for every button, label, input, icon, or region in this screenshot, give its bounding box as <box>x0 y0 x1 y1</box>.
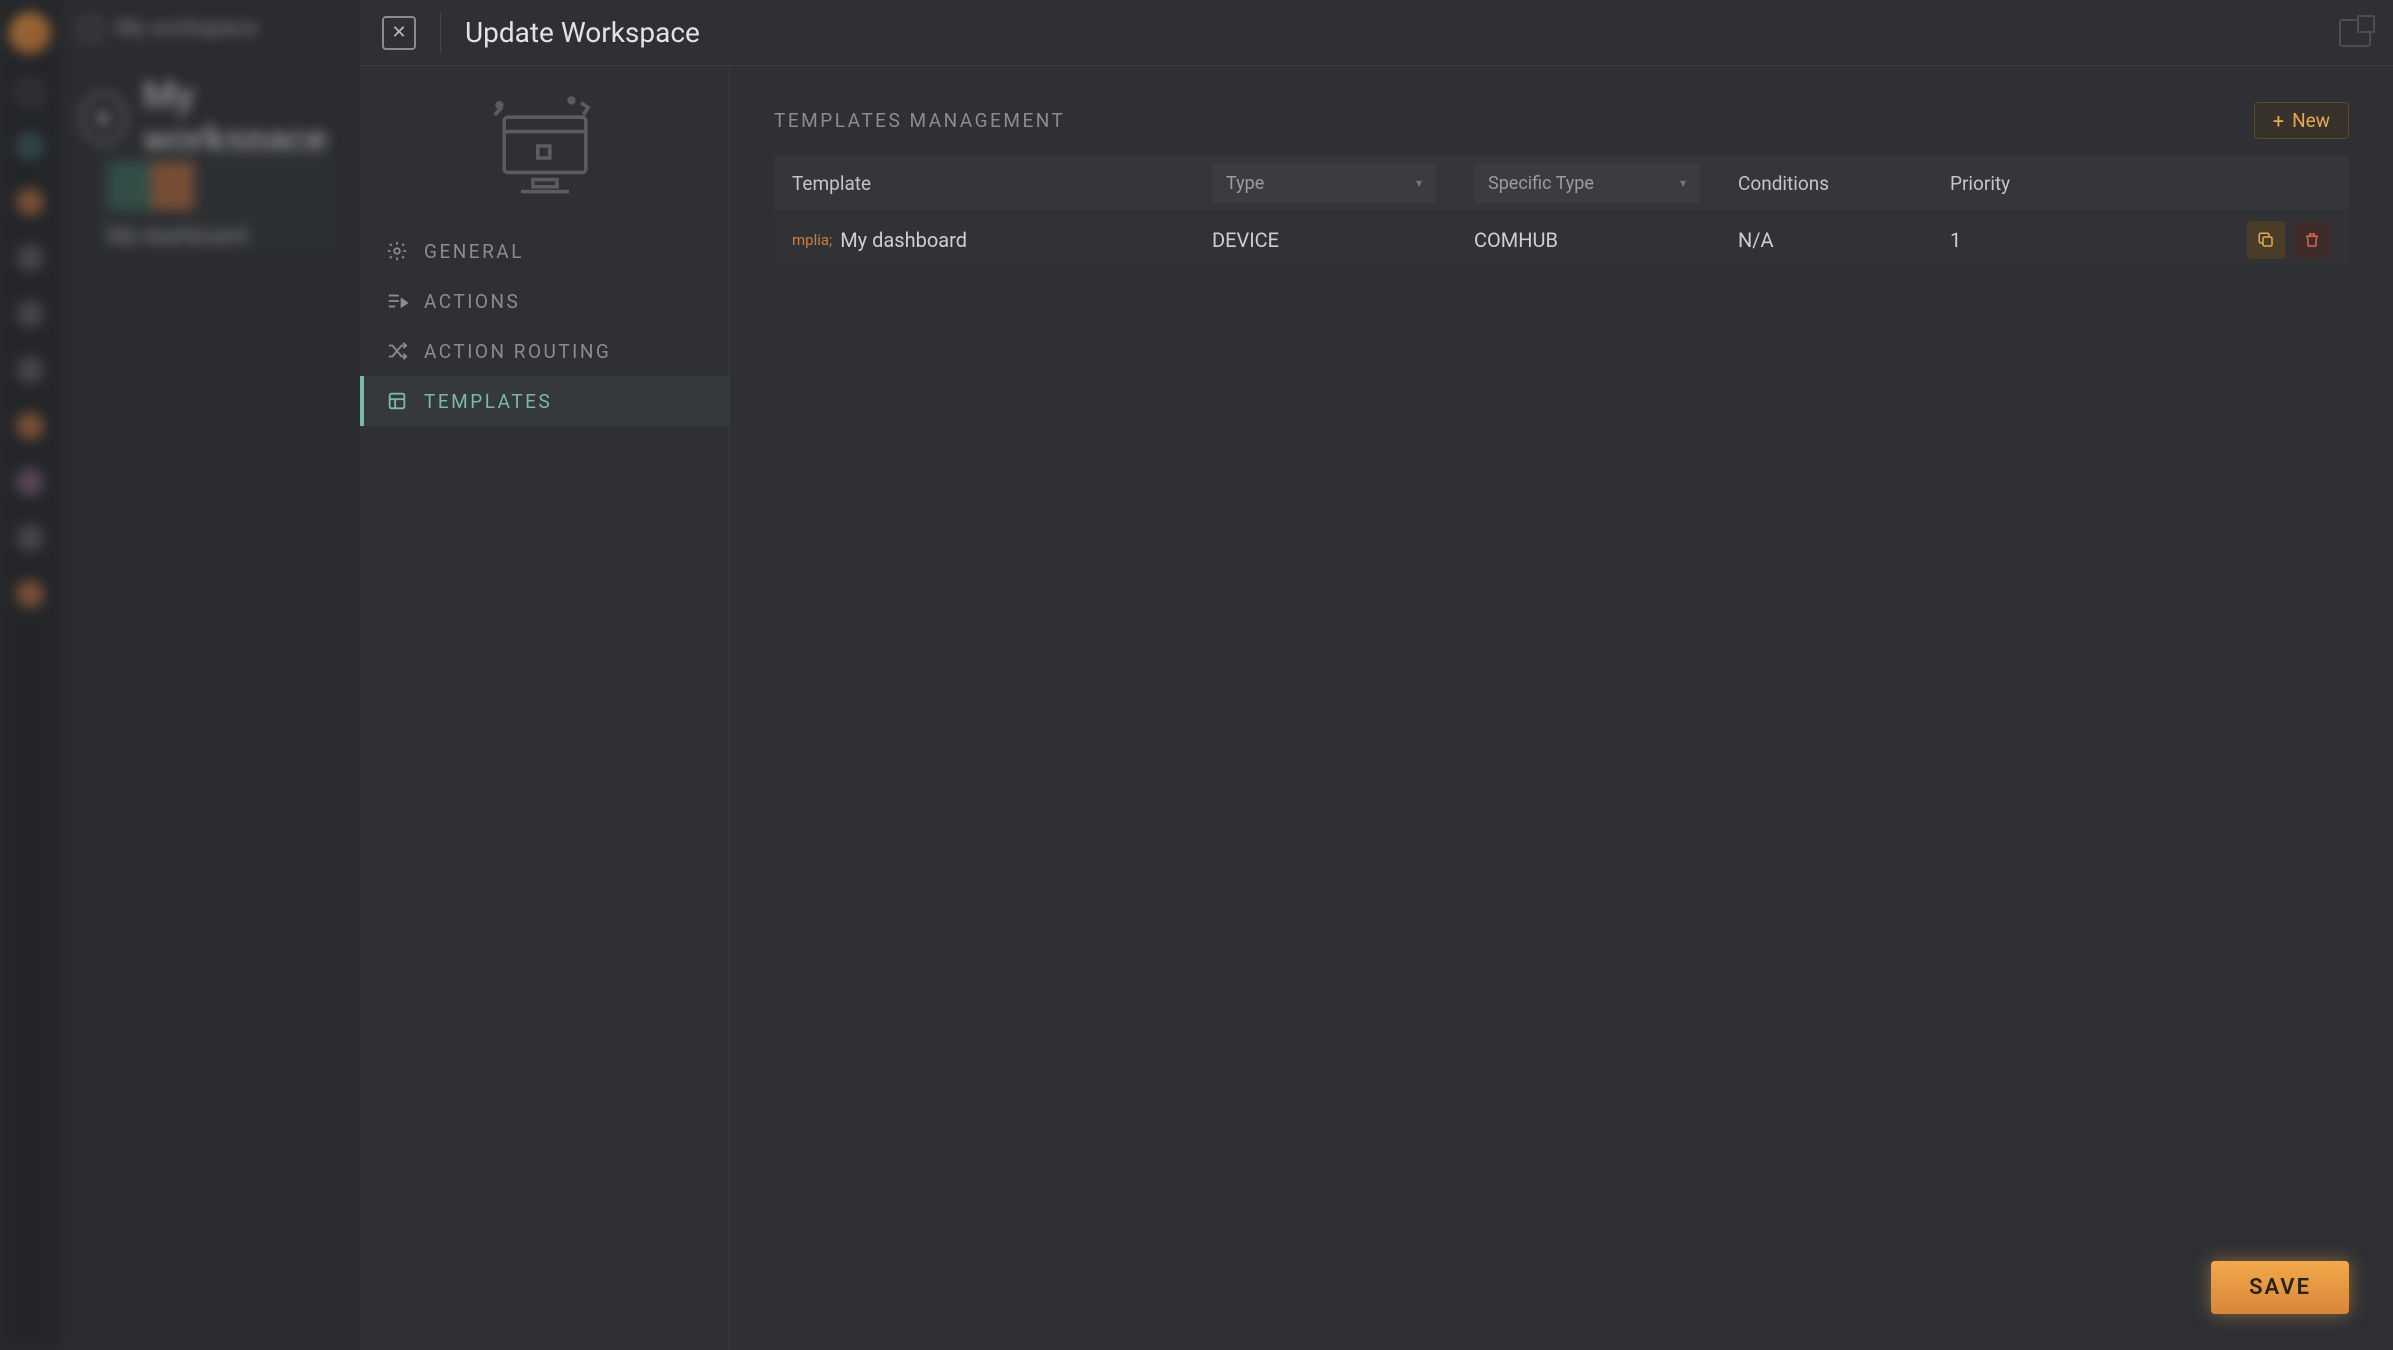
sidebar-item-label: ACTION ROUTING <box>424 340 611 363</box>
page-title: My workspace <box>143 74 360 162</box>
th-priority: Priority <box>1950 172 2231 195</box>
modal-header: ✕ Update Workspace <box>360 0 2393 66</box>
th-template: Template <box>792 172 1212 195</box>
delete-button[interactable] <box>2293 221 2331 259</box>
filter-icon: ▾ <box>80 92 127 144</box>
nav-dot <box>16 300 44 328</box>
sidebar-item-actions[interactable]: ACTIONS <box>360 276 729 326</box>
close-icon: ✕ <box>391 22 406 43</box>
templates-table: Template Type ▾ Specific Type ▾ Condit <box>774 155 2349 267</box>
template-name: My dashboard <box>840 228 967 252</box>
nav-dot <box>16 412 44 440</box>
sidebar-item-label: GENERAL <box>424 240 524 263</box>
cell-template: mplia; My dashboard <box>792 228 1212 252</box>
duplicate-button[interactable] <box>2247 221 2285 259</box>
cell-conditions: N/A <box>1738 228 1950 252</box>
settings-sidebar: GENERAL ACTIONS ACTION ROUTING TEMPLATES <box>360 66 730 1350</box>
divider <box>440 13 441 53</box>
close-button[interactable]: ✕ <box>382 16 416 50</box>
cell-priority: 1 <box>1950 228 2231 252</box>
sidebar-item-action-routing[interactable]: ACTION ROUTING <box>360 326 729 376</box>
type-select-label: Type <box>1226 173 1264 194</box>
nav-dot <box>16 580 44 608</box>
trash-icon <box>2303 231 2321 249</box>
dashboard-card: My dashboard <box>96 150 336 250</box>
page-title-row: ▾ My workspace <box>80 74 360 162</box>
table-header: Template Type ▾ Specific Type ▾ Condit <box>774 155 2349 211</box>
lock-icon <box>80 18 102 40</box>
menu-icon <box>19 82 41 104</box>
modal-panel: ✕ Update Workspace <box>360 0 2393 1350</box>
modal-body: GENERAL ACTIONS ACTION ROUTING TEMPLATES <box>360 66 2393 1350</box>
breadcrumb: My workspace <box>80 16 258 41</box>
templates-icon <box>386 390 408 412</box>
table-row[interactable]: mplia; My dashboard DEVICE COMHUB N/A 1 <box>774 211 2349 267</box>
nav-dot <box>16 468 44 496</box>
list-play-icon <box>386 290 408 312</box>
sidebar-item-templates[interactable]: TEMPLATES <box>360 376 729 426</box>
th-conditions: Conditions <box>1738 172 1950 195</box>
nav-dot <box>16 356 44 384</box>
avatar <box>9 12 51 54</box>
main-content: TEMPLATES MANAGEMENT + New Template Type… <box>730 66 2393 1350</box>
gear-icon <box>386 240 408 262</box>
breadcrumb-text: My workspace <box>116 16 258 41</box>
sidebar-hero-icon <box>360 66 729 226</box>
save-button[interactable]: SAVE <box>2211 1261 2349 1314</box>
nav-dot <box>16 524 44 552</box>
plus-icon: + <box>2273 111 2284 131</box>
background-app: My workspace ▾ My workspace My dashboard <box>0 0 360 1350</box>
shuffle-icon <box>386 340 408 362</box>
template-badge: mplia; <box>792 231 832 249</box>
specific-type-select[interactable]: Specific Type ▾ <box>1474 163 1700 203</box>
modal-title: Update Workspace <box>465 16 700 49</box>
bg-nav-rail <box>0 0 60 1350</box>
section-title: TEMPLATES MANAGEMENT <box>774 109 1065 132</box>
card-label: My dashboard <box>108 224 324 249</box>
sidebar-item-label: TEMPLATES <box>424 390 552 413</box>
nav-dot <box>16 244 44 272</box>
sidebar-item-general[interactable]: GENERAL <box>360 226 729 276</box>
new-button-label: New <box>2292 109 2330 132</box>
cell-specific-type: COMHUB <box>1474 228 1738 252</box>
nav-dot <box>16 132 44 160</box>
maximize-icon[interactable] <box>2339 19 2371 47</box>
mini-chart <box>108 162 324 210</box>
specific-type-select-label: Specific Type <box>1488 173 1594 194</box>
sidebar-nav: GENERAL ACTIONS ACTION ROUTING TEMPLATES <box>360 226 729 426</box>
new-button[interactable]: + New <box>2254 102 2349 139</box>
section-header: TEMPLATES MANAGEMENT + New <box>774 102 2349 139</box>
chevron-down-icon: ▾ <box>1680 176 1686 190</box>
chevron-down-icon: ▾ <box>1416 176 1422 190</box>
cell-type: DEVICE <box>1212 228 1474 252</box>
sidebar-item-label: ACTIONS <box>424 290 520 313</box>
copy-icon <box>2257 231 2275 249</box>
nav-dot <box>16 188 44 216</box>
type-select[interactable]: Type ▾ <box>1212 163 1436 203</box>
